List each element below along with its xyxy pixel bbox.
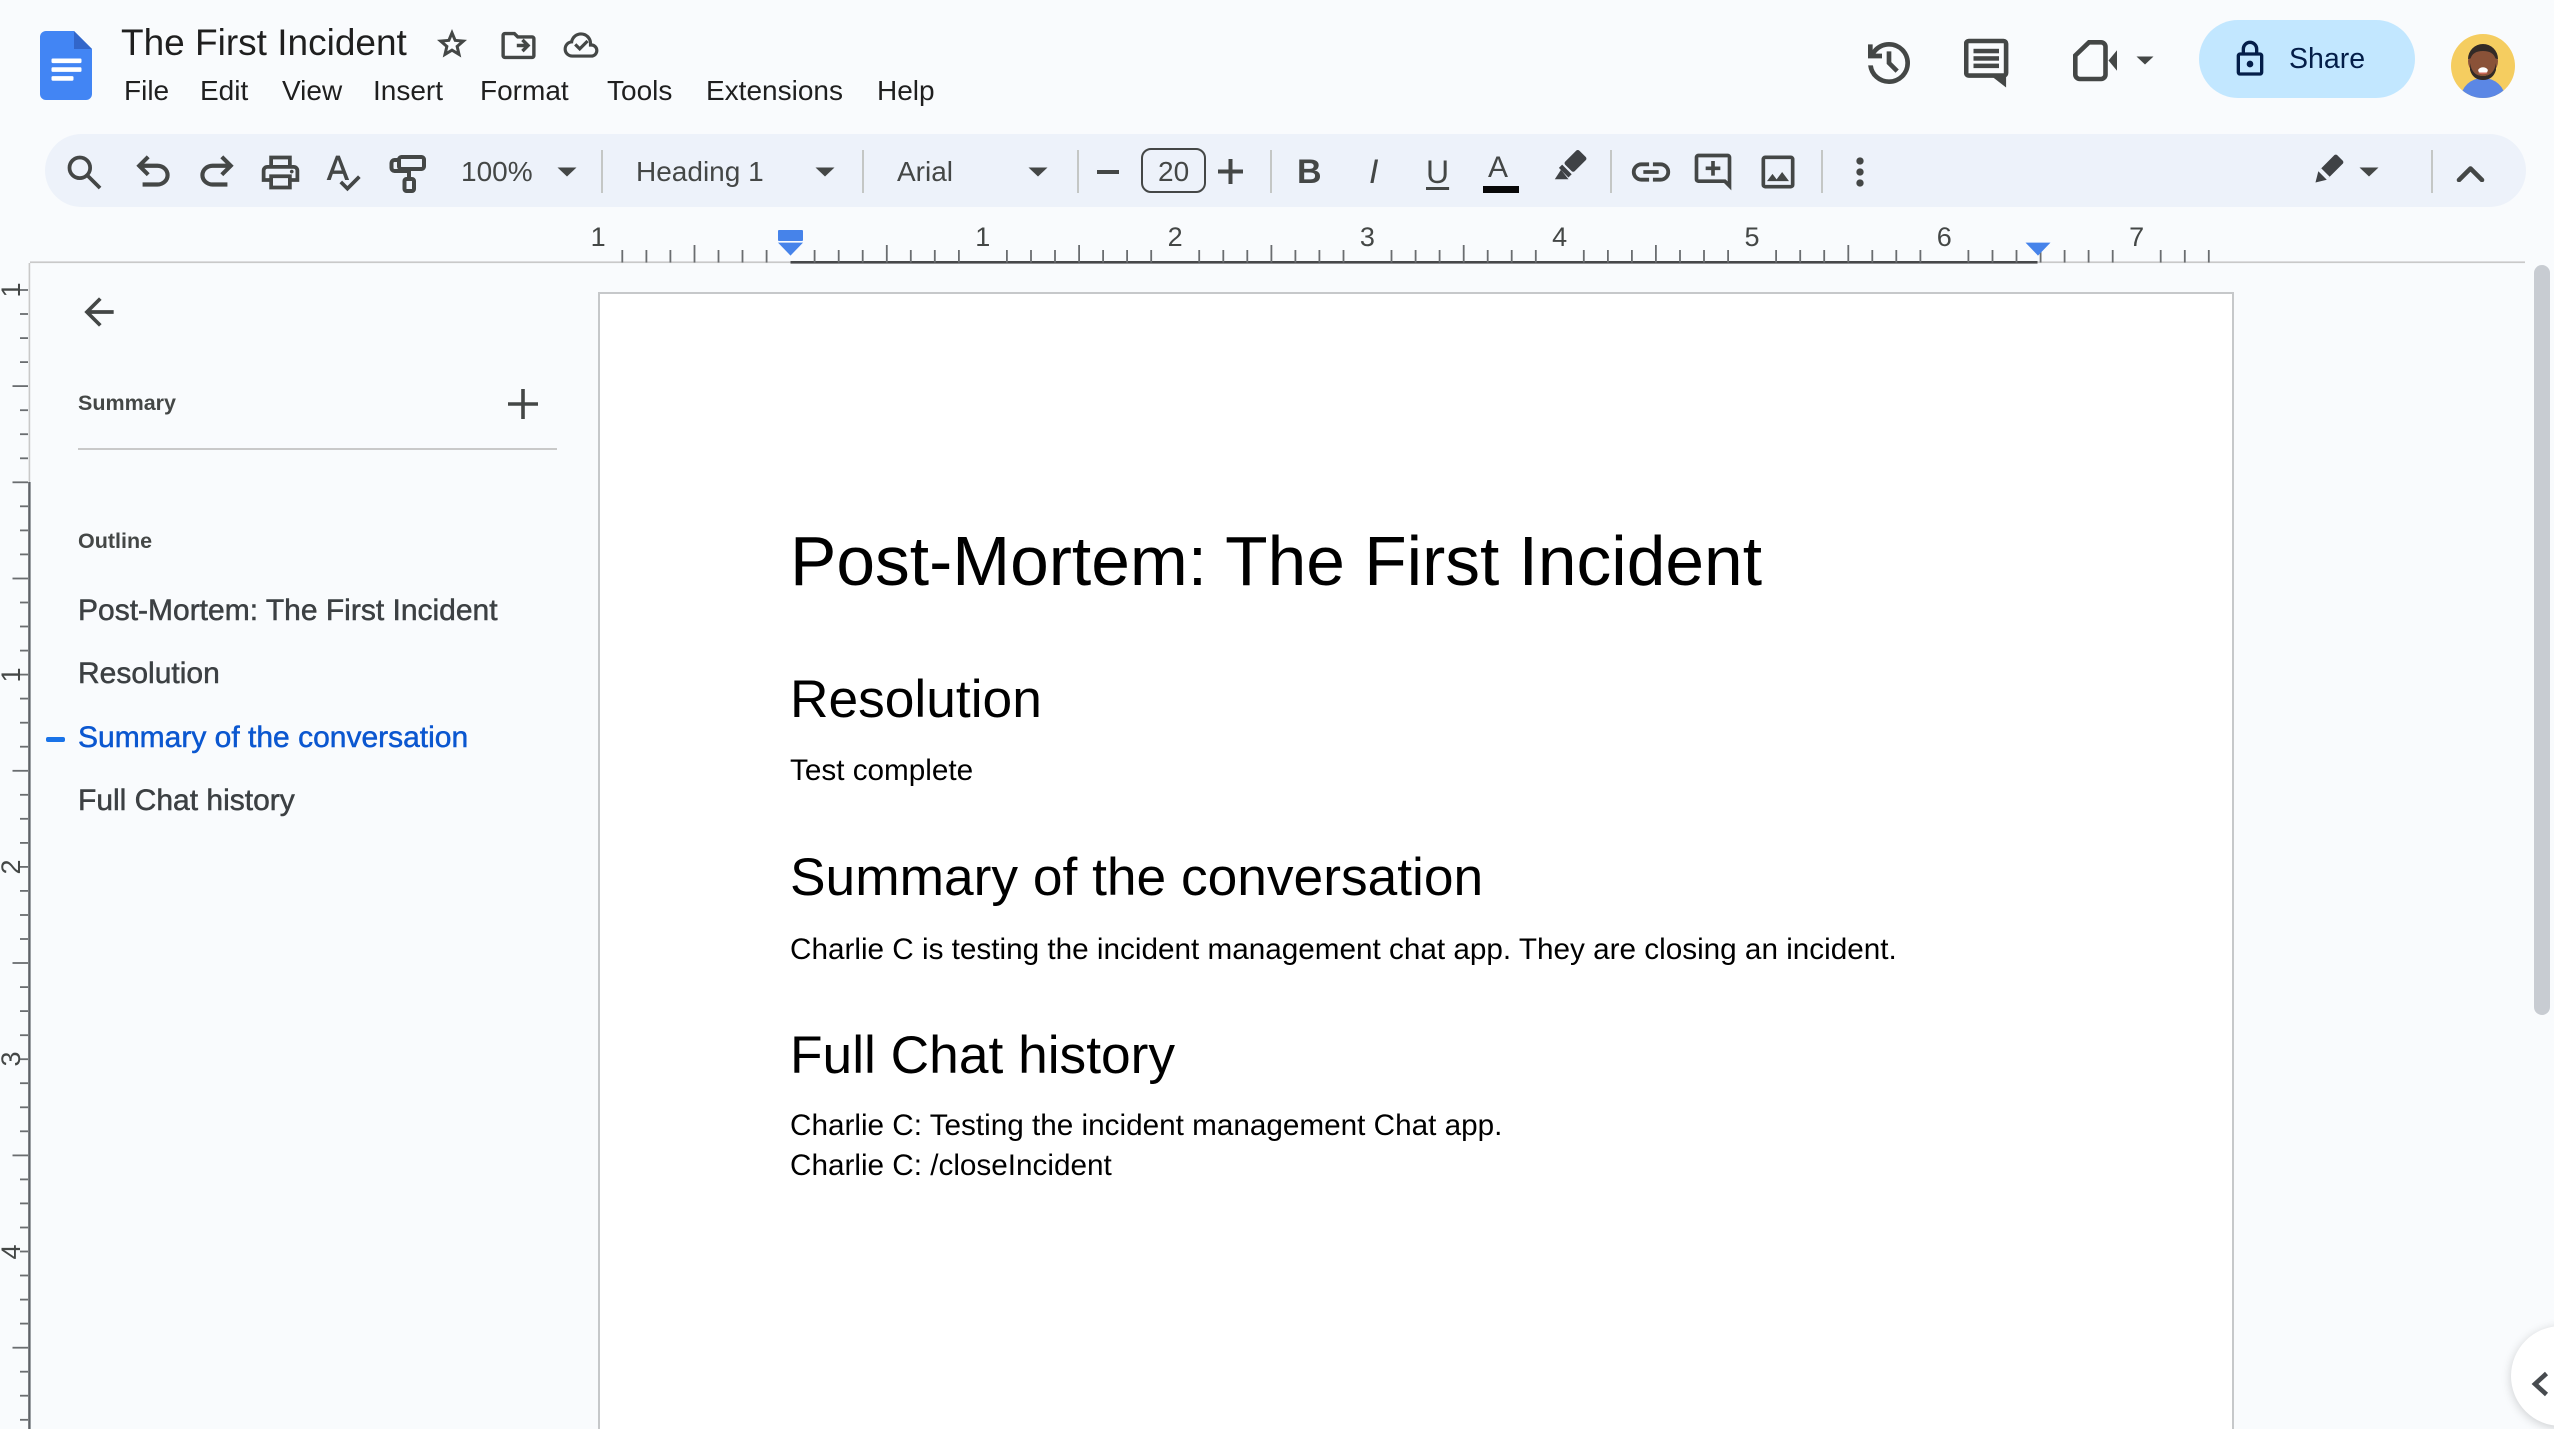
svg-text:4: 4 bbox=[1552, 222, 1567, 252]
svg-text:2: 2 bbox=[1168, 222, 1183, 252]
svg-text:5: 5 bbox=[1744, 222, 1759, 252]
svg-text:7: 7 bbox=[2129, 222, 2144, 252]
svg-text:1: 1 bbox=[591, 222, 606, 252]
svg-text:1: 1 bbox=[975, 222, 990, 252]
svg-text:6: 6 bbox=[1937, 222, 1952, 252]
svg-text:3: 3 bbox=[1360, 222, 1375, 252]
